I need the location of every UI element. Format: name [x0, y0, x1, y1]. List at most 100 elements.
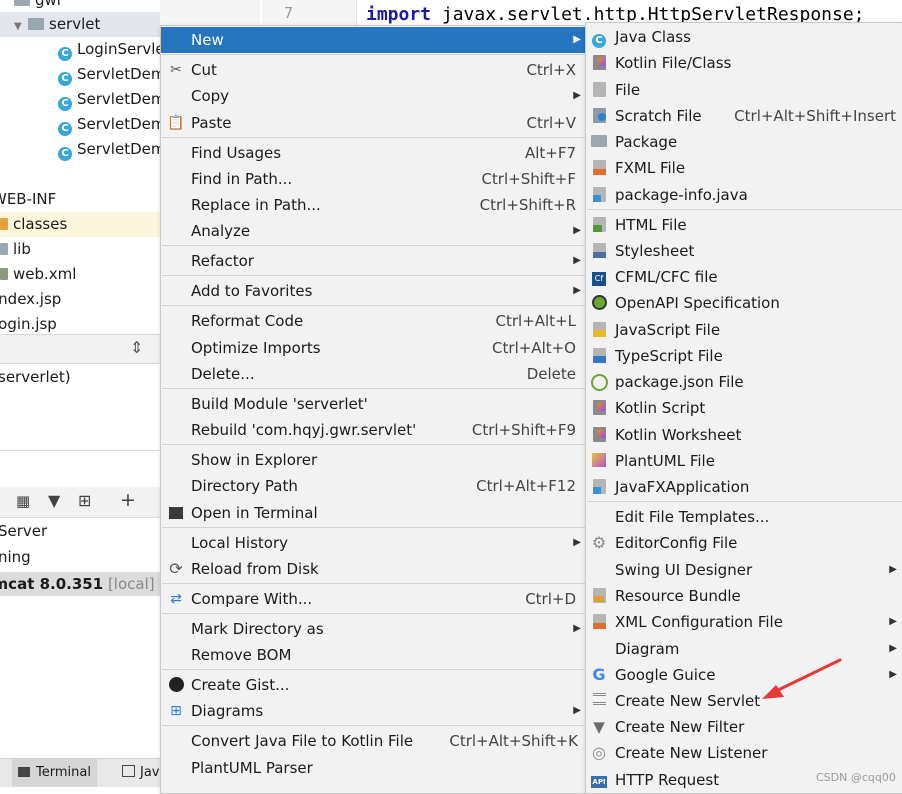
reload-icon: ⟳: [169, 559, 183, 578]
class-icon: C: [58, 147, 72, 161]
submenu-item-editorconfig[interactable]: ⚙ EditorConfig File: [586, 530, 902, 556]
package-icon: [590, 134, 608, 150]
tree-row-web-xml[interactable]: web.xml: [0, 262, 76, 287]
submenu-item-fxml-file[interactable]: FXML File: [586, 155, 902, 181]
submenu-item-kotlin-script[interactable]: Kotlin Script: [586, 395, 902, 421]
tree-row-servletdemo-4[interactable]: C ServletDem: [58, 137, 165, 162]
menu-item-copy[interactable]: Copy ▶: [161, 83, 587, 109]
tab-java[interactable]: Jav: [122, 759, 160, 787]
menu-item-convert-to-kotlin[interactable]: Convert Java File to Kotlin File Ctrl+Alt…: [161, 728, 587, 754]
menu-separator: [162, 245, 586, 246]
submenu-item-java-class[interactable]: C Java Class: [586, 24, 902, 50]
submenu-item-google-guice[interactable]: G Google Guice ▶: [586, 662, 902, 688]
html-icon: [590, 217, 608, 233]
submenu-item-create-new-filter[interactable]: ▼ Create New Filter: [586, 714, 902, 740]
menu-item-rebuild[interactable]: Rebuild 'com.hqyj.gwr.servlet' Ctrl+Shift…: [161, 417, 587, 443]
menu-item-diagrams[interactable]: ⊞ Diagrams ▶: [161, 698, 587, 724]
tree-row-web-inf[interactable]: WEB-INF: [0, 187, 56, 212]
submenu-item-javafx-application[interactable]: JavaFXApplication: [586, 474, 902, 500]
submenu-item-swing-ui-designer[interactable]: Swing UI Designer ▶: [586, 557, 902, 583]
plus-icon[interactable]: +: [120, 489, 136, 511]
submenu-item-create-new-servlet[interactable]: Create New Servlet: [586, 688, 902, 714]
submenu-item-create-new-listener[interactable]: ◎ Create New Listener: [586, 740, 902, 766]
submenu-item-resource-bundle[interactable]: Resource Bundle: [586, 583, 902, 609]
tree-row-lib[interactable]: lib: [0, 237, 31, 262]
menu-item-plantuml-parser[interactable]: PlantUML Parser: [161, 755, 587, 781]
class-icon: C: [58, 47, 72, 61]
menu-item-remove-bom[interactable]: Remove BOM: [161, 642, 587, 668]
folder-icon: [14, 0, 30, 6]
menu-item-add-to-favorites[interactable]: Add to Favorites ▶: [161, 278, 587, 304]
submenu-item-edit-file-templates[interactable]: Edit File Templates...: [586, 504, 902, 530]
kotlin-worksheet-icon: [590, 427, 608, 443]
submenu-item-html-file[interactable]: HTML File: [586, 212, 902, 238]
menu-item-replace-in-path[interactable]: Replace in Path... Ctrl+Shift+R: [161, 192, 587, 218]
services-item-running[interactable]: ning: [0, 548, 31, 566]
menu-separator: [162, 669, 586, 670]
services-item-server[interactable]: Server: [0, 522, 47, 540]
menu-item-find-usages[interactable]: Find Usages Alt+F7: [161, 140, 587, 166]
submenu-item-diagram[interactable]: Diagram ▶: [586, 636, 902, 662]
tab-terminal[interactable]: Terminal: [12, 759, 97, 787]
openapi-icon: [590, 295, 608, 311]
tree-row-index-jsp[interactable]: index.jsp: [0, 287, 61, 312]
menu-item-find-in-path[interactable]: Find in Path... Ctrl+Shift+F: [161, 166, 587, 192]
menu-item-create-gist[interactable]: Create Gist...: [161, 672, 587, 698]
menu-item-new[interactable]: New ▶: [161, 27, 587, 53]
submenu-item-package-json[interactable]: package.json File: [586, 369, 902, 395]
menu-item-analyze[interactable]: Analyze ▶: [161, 218, 587, 244]
tree-row-servletdemo-2[interactable]: C ServletDem: [58, 87, 165, 112]
add-service-icon[interactable]: ⊞: [78, 491, 91, 510]
menu-item-refactor[interactable]: Refactor ▶: [161, 248, 587, 274]
menu-item-delete[interactable]: Delete... Delete: [161, 361, 587, 387]
fxml-icon: [590, 160, 608, 176]
menu-item-optimize-imports[interactable]: Optimize Imports Ctrl+Alt+O: [161, 335, 587, 361]
menu-item-local-history[interactable]: Local History ▶: [161, 530, 587, 556]
collapse-icon[interactable]: ⇕: [130, 338, 143, 357]
submenu-item-plantuml-file[interactable]: PlantUML File: [586, 448, 902, 474]
submenu-item-xml-configuration-file[interactable]: XML Configuration File ▶: [586, 609, 902, 635]
submenu-arrow-icon: ▶: [573, 225, 581, 236]
bottom-tabbar: Terminal Jav: [0, 758, 160, 787]
menu-item-reformat-code[interactable]: Reformat Code Ctrl+Alt+L: [161, 308, 587, 334]
group-icon[interactable]: ▦: [16, 492, 30, 510]
menu-item-paste[interactable]: 📋 Paste Ctrl+V: [161, 110, 587, 136]
menu-separator: [162, 613, 586, 614]
submenu-item-typescript-file[interactable]: TypeScript File: [586, 343, 902, 369]
menu-item-compare-with[interactable]: ⇄ Compare With... Ctrl+D: [161, 586, 587, 612]
menu-item-open-in-terminal[interactable]: Open in Terminal: [161, 500, 587, 526]
menu-item-cut[interactable]: ✂ Cut Ctrl+X: [161, 57, 587, 83]
submenu-item-file[interactable]: File: [586, 77, 902, 103]
submenu-item-scratch-file[interactable]: Scratch File Ctrl+Alt+Shift+Insert: [586, 103, 902, 129]
menu-item-reload-from-disk[interactable]: ⟳ Reload from Disk: [161, 556, 587, 582]
resource-bundle-icon: [590, 588, 608, 604]
menu-separator: [587, 209, 902, 210]
menu-item-show-in-explorer[interactable]: Show in Explorer: [161, 447, 587, 473]
submenu-item-kotlin-file[interactable]: Kotlin File/Class: [586, 50, 902, 76]
github-icon: [167, 677, 185, 693]
submenu-item-openapi[interactable]: OpenAPI Specification: [586, 290, 902, 316]
submenu-item-stylesheet[interactable]: Stylesheet: [586, 238, 902, 264]
gear-icon: ⚙: [591, 533, 607, 552]
tree-row-login-jsp[interactable]: login.jsp: [0, 312, 57, 332]
tree-row-servlet[interactable]: ▼ servlet: [0, 12, 160, 37]
tree-row-servletdemo-3[interactable]: C ServletDem: [58, 112, 165, 137]
submenu-item-package-info[interactable]: package-info.java: [586, 182, 902, 208]
menu-item-build-module[interactable]: Build Module 'serverlet': [161, 391, 587, 417]
tree-row-servletdemo-1[interactable]: C ServletDem: [58, 62, 165, 87]
tree-row-loginservlet[interactable]: C LoginServle: [58, 37, 165, 62]
submenu-arrow-icon: ▶: [889, 564, 897, 575]
services-item-tomcat[interactable]: Tomcat 8.0.351 [local]: [0, 572, 160, 596]
xml-file-icon: [0, 268, 8, 280]
submenu-item-javascript-file[interactable]: JavaScript File: [586, 317, 902, 343]
tree-row-classes[interactable]: classes: [0, 212, 160, 237]
submenu-item-package[interactable]: Package: [586, 129, 902, 155]
filter-icon[interactable]: ▼: [48, 491, 60, 510]
menu-item-mark-directory-as[interactable]: Mark Directory as ▶: [161, 616, 587, 642]
menu-item-directory-path[interactable]: Directory Path Ctrl+Alt+F12: [161, 473, 587, 499]
xml-icon: [590, 614, 608, 630]
structure-text: serverlet): [0, 368, 71, 386]
submenu-item-kotlin-worksheet[interactable]: Kotlin Worksheet: [586, 422, 902, 448]
submenu-item-cfml-file[interactable]: Cf CFML/CFC file: [586, 264, 902, 290]
listener-icon: ◎: [592, 743, 606, 762]
